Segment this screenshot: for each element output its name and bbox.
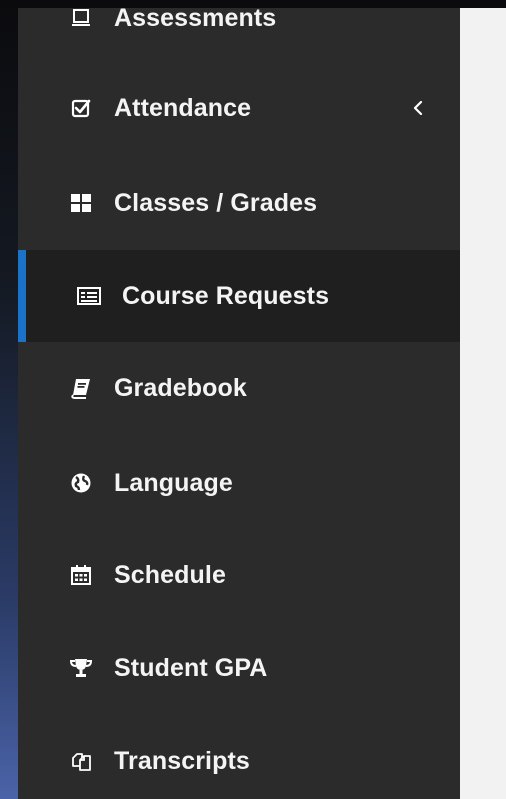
sidebar-item-schedule[interactable]: Schedule — [18, 529, 460, 621]
sidebar-item-label: Course Requests — [122, 281, 330, 310]
main-content-area — [460, 8, 506, 799]
sidebar-item-student-gpa[interactable]: Student GPA — [18, 622, 460, 714]
sidebar-item-assessments[interactable]: Assessments — [18, 8, 460, 64]
chevron-left-icon[interactable] — [410, 100, 426, 116]
sidebar-item-transcripts[interactable]: Transcripts — [18, 715, 460, 799]
sidebar-item-attendance[interactable]: Attendance — [18, 62, 460, 154]
sidebar-item-label: Classes / Grades — [114, 188, 318, 217]
sidebar-item-label: Student GPA — [114, 653, 268, 682]
book-icon — [68, 375, 94, 401]
grid-icon — [68, 190, 94, 216]
sidebar-item-label: Transcripts — [114, 746, 250, 775]
calendar-icon — [68, 562, 94, 588]
trophy-icon — [68, 655, 94, 681]
list-icon — [76, 283, 102, 309]
sidebar-item-label: Assessments — [114, 8, 277, 32]
sidebar-item-course-requests[interactable]: Course Requests — [18, 250, 460, 342]
sidebar-nav: Assessments Attendance Classes / Grades … — [18, 8, 460, 799]
checkbox-icon — [68, 95, 94, 121]
sidebar-item-label: Language — [114, 468, 233, 497]
sidebar-item-classes-grades[interactable]: Classes / Grades — [18, 157, 460, 249]
sidebar-item-gradebook[interactable]: Gradebook — [18, 342, 460, 434]
sidebar-item-label: Attendance — [114, 93, 252, 122]
sidebar-item-language[interactable]: Language — [18, 437, 460, 529]
globe-icon — [68, 470, 94, 496]
sidebar-item-label: Gradebook — [114, 373, 247, 402]
sidebar-item-label: Schedule — [114, 560, 226, 589]
app-frame: Assessments Attendance Classes / Grades … — [18, 8, 506, 799]
copy-icon — [68, 748, 94, 774]
monitor-icon — [68, 8, 94, 31]
